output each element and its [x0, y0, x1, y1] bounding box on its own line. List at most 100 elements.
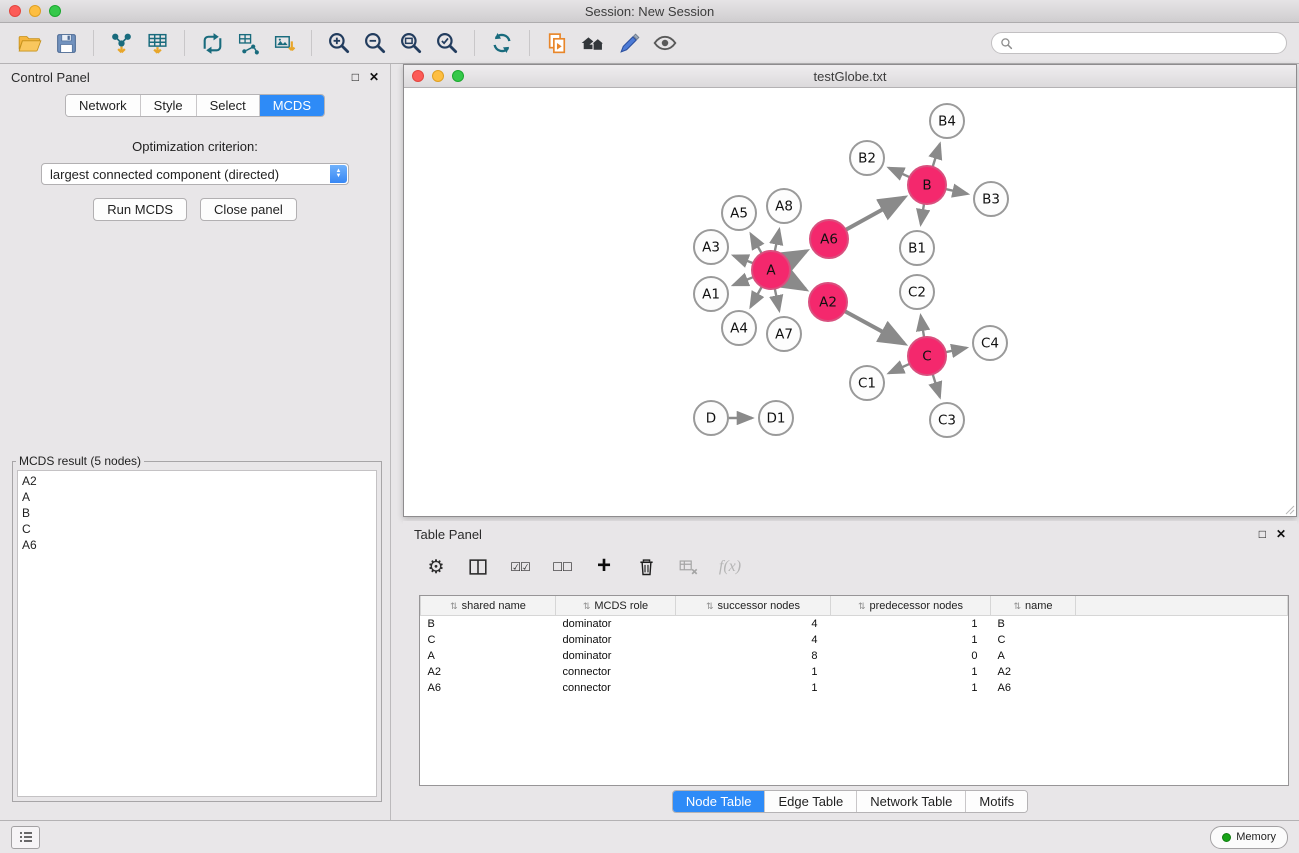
- network-minimize-button[interactable]: [432, 70, 444, 82]
- edge-A-A1[interactable]: [733, 277, 753, 285]
- cell-MCDS-role[interactable]: connector: [556, 680, 676, 696]
- result-item[interactable]: A2: [22, 473, 372, 489]
- edge-A-A5[interactable]: [751, 234, 762, 254]
- edge-C-C3[interactable]: [933, 374, 940, 397]
- cell-name[interactable]: B: [991, 616, 1076, 633]
- graph-node-A5[interactable]: A5: [722, 196, 756, 230]
- column-header-name[interactable]: ⇅name: [991, 596, 1076, 616]
- graph-node-C2[interactable]: C2: [900, 275, 934, 309]
- tab-edge-table[interactable]: Edge Table: [765, 791, 857, 812]
- cell-shared-name[interactable]: A6: [421, 680, 556, 696]
- graph-node-C3[interactable]: C3: [930, 403, 964, 437]
- edge-C-C1[interactable]: [889, 364, 910, 373]
- search-input[interactable]: [1017, 35, 1278, 51]
- open-file-button[interactable]: [12, 26, 48, 60]
- network-window-titlebar[interactable]: testGlobe.txt: [404, 65, 1296, 88]
- cell-name[interactable]: A: [991, 648, 1076, 664]
- network-graph[interactable]: B4B2BB3A5A8A6B1A3AA1C2A2A4A7C4CC1C3DD1: [404, 88, 1296, 516]
- table-row[interactable]: Adominator80A: [421, 648, 1288, 664]
- cell-MCDS-role[interactable]: dominator: [556, 616, 676, 633]
- cell-MCDS-role[interactable]: dominator: [556, 632, 676, 648]
- column-header-shared-name[interactable]: ⇅shared name: [421, 596, 556, 616]
- edge-A-A2[interactable]: [788, 279, 806, 289]
- graph-node-A6[interactable]: A6: [810, 220, 848, 258]
- graph-node-C1[interactable]: C1: [850, 366, 884, 400]
- toggle-view-button[interactable]: [647, 26, 683, 60]
- zoom-selected-button[interactable]: [429, 26, 465, 60]
- graph-node-B4[interactable]: B4: [930, 104, 964, 138]
- graph-node-A8[interactable]: A8: [767, 189, 801, 223]
- table-settings-gear-icon[interactable]: ⚙: [423, 554, 449, 580]
- open-recent-session-button[interactable]: [539, 26, 575, 60]
- save-session-button[interactable]: [48, 26, 84, 60]
- edge-C-C4[interactable]: [946, 348, 967, 352]
- cell-shared-name[interactable]: A2: [421, 664, 556, 680]
- column-header-successor-nodes[interactable]: ⇅successor nodes: [676, 596, 831, 616]
- edge-A-A7[interactable]: [775, 289, 779, 311]
- import-table-from-file-button[interactable]: [139, 26, 175, 60]
- cell-predecessor-nodes[interactable]: 1: [831, 616, 991, 633]
- result-item[interactable]: A: [22, 489, 372, 505]
- edge-A-A4[interactable]: [751, 287, 762, 307]
- graph-node-C[interactable]: C: [908, 337, 946, 375]
- cell-MCDS-role[interactable]: dominator: [556, 648, 676, 664]
- table-row[interactable]: Cdominator41C: [421, 632, 1288, 648]
- edge-A-A8[interactable]: [775, 230, 779, 252]
- graph-node-A1[interactable]: A1: [694, 277, 728, 311]
- add-row-icon[interactable]: +: [591, 553, 617, 579]
- cell-name[interactable]: A6: [991, 680, 1076, 696]
- cell-successor-nodes[interactable]: 8: [676, 648, 831, 664]
- network-zoom-button[interactable]: [452, 70, 464, 82]
- search-field[interactable]: [991, 32, 1287, 54]
- edge-A-A3[interactable]: [733, 256, 753, 264]
- deselect-all-icon[interactable]: ☐☐: [549, 554, 575, 580]
- zoom-in-button[interactable]: [321, 26, 357, 60]
- float-panel-icon[interactable]: □: [352, 71, 359, 83]
- clone-network-button[interactable]: [194, 26, 230, 60]
- graph-node-A7[interactable]: A7: [767, 317, 801, 351]
- table-row[interactable]: A6connector11A6: [421, 680, 1288, 696]
- result-item[interactable]: C: [22, 521, 372, 537]
- cell-successor-nodes[interactable]: 4: [676, 616, 831, 633]
- zoom-window-button[interactable]: [49, 5, 61, 17]
- column-header-predecessor-nodes[interactable]: ⇅predecessor nodes: [831, 596, 991, 616]
- minimize-window-button[interactable]: [29, 5, 41, 17]
- close-window-button[interactable]: [9, 5, 21, 17]
- close-panel-button[interactable]: Close panel: [200, 198, 297, 221]
- close-panel-icon[interactable]: ✕: [369, 71, 379, 83]
- cell-name[interactable]: C: [991, 632, 1076, 648]
- network-close-button[interactable]: [412, 70, 424, 82]
- memory-button[interactable]: Memory: [1210, 826, 1288, 849]
- float-table-panel-icon[interactable]: □: [1259, 528, 1266, 540]
- graph-node-D1[interactable]: D1: [759, 401, 793, 435]
- edge-B-B2[interactable]: [889, 168, 910, 177]
- cell-predecessor-nodes[interactable]: 1: [831, 680, 991, 696]
- table-row[interactable]: A2connector11A2: [421, 664, 1288, 680]
- edge-A-A6[interactable]: [788, 251, 806, 261]
- graph-node-B3[interactable]: B3: [974, 182, 1008, 216]
- graph-node-A[interactable]: A: [752, 251, 790, 289]
- show-graphics-details-button[interactable]: [611, 26, 647, 60]
- graph-node-A2[interactable]: A2: [809, 283, 847, 321]
- graph-node-B2[interactable]: B2: [850, 141, 884, 175]
- tab-style[interactable]: Style: [141, 95, 197, 116]
- graph-node-B[interactable]: B: [908, 166, 946, 204]
- log-console-button[interactable]: [11, 826, 40, 849]
- show-columns-icon[interactable]: [465, 554, 491, 580]
- cell-name[interactable]: A2: [991, 664, 1076, 680]
- edge-C-C2[interactable]: [921, 316, 924, 338]
- cell-predecessor-nodes[interactable]: 1: [831, 664, 991, 680]
- refresh-button[interactable]: [484, 26, 520, 60]
- graph-node-A4[interactable]: A4: [722, 311, 756, 345]
- network-and-table-button[interactable]: [230, 26, 266, 60]
- cell-shared-name[interactable]: B: [421, 616, 556, 633]
- edge-B-B1[interactable]: [921, 204, 924, 225]
- graph-node-B1[interactable]: B1: [900, 231, 934, 265]
- run-mcds-button[interactable]: Run MCDS: [93, 198, 187, 221]
- zoom-out-button[interactable]: [357, 26, 393, 60]
- node-table-container[interactable]: ⇅shared name⇅MCDS role⇅successor nodes⇅p…: [419, 595, 1289, 786]
- graph-node-A3[interactable]: A3: [694, 230, 728, 264]
- table-row[interactable]: Bdominator41B: [421, 616, 1288, 633]
- tab-motifs[interactable]: Motifs: [966, 791, 1027, 812]
- tab-node-table[interactable]: Node Table: [673, 791, 766, 812]
